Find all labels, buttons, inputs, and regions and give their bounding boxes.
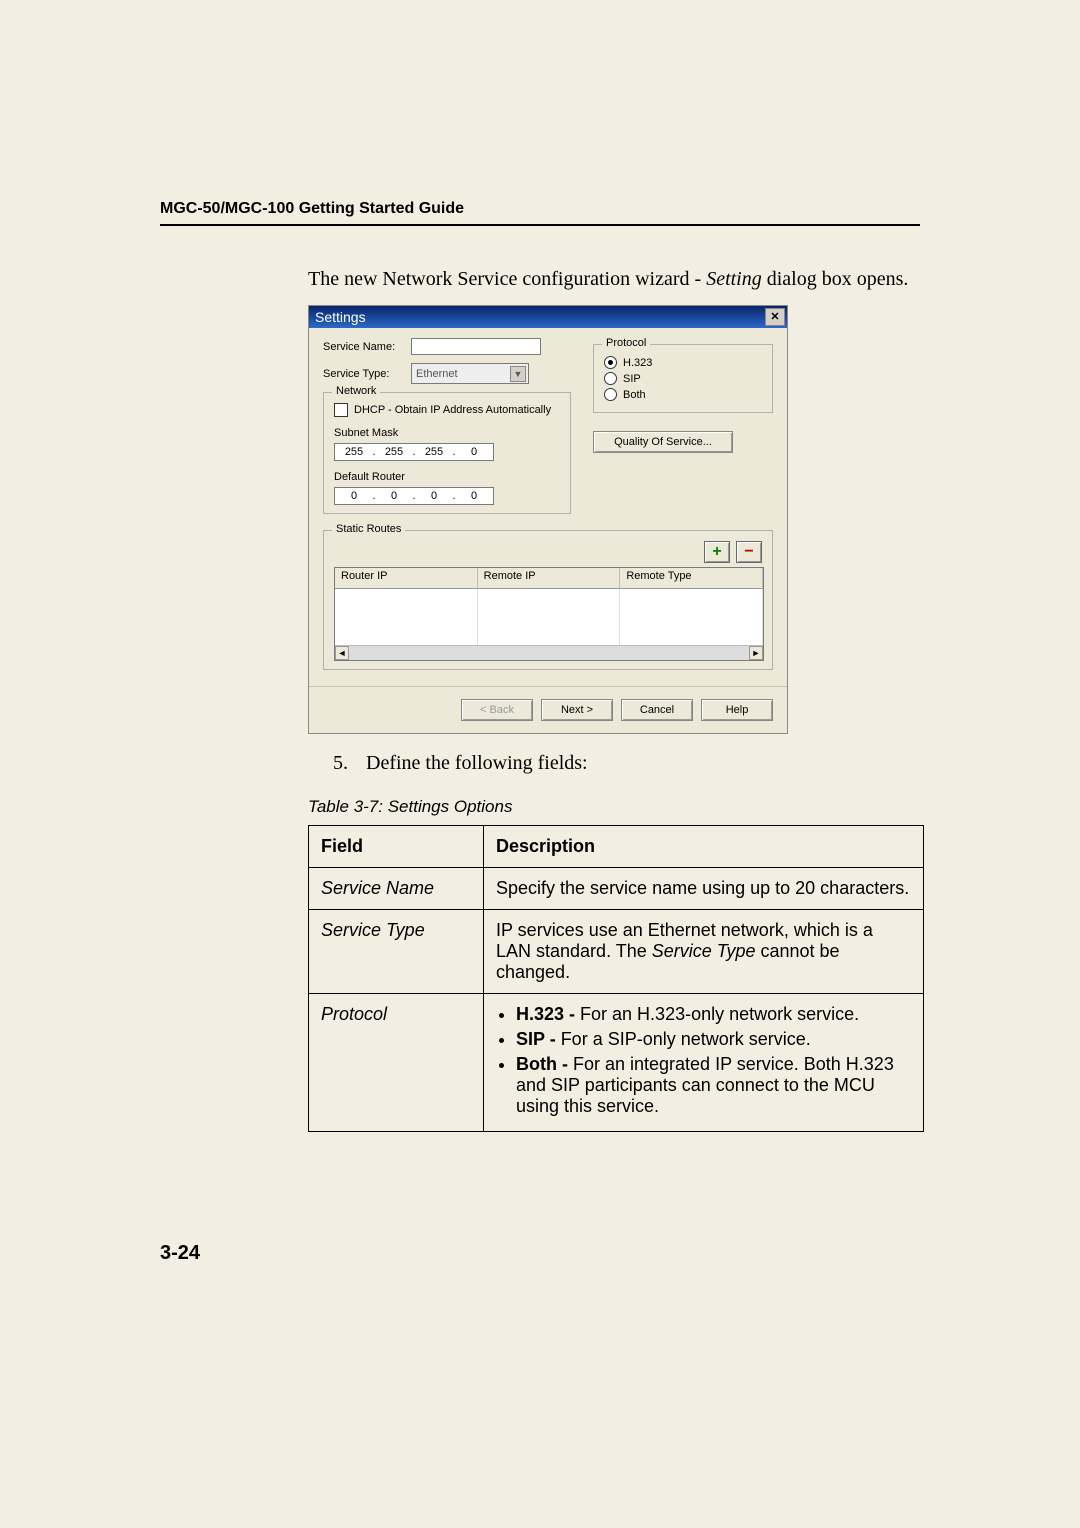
back-button[interactable]: < Back [461, 699, 533, 721]
radio-selected-icon[interactable] [604, 356, 617, 369]
ip-dot: . [451, 446, 457, 458]
service-type-select[interactable]: Ethernet ▼ [411, 363, 529, 384]
settings-options-table: Field Description Service Name Specify t… [308, 825, 924, 1132]
ip-dot: . [411, 446, 417, 458]
horizontal-scrollbar[interactable]: ◄ ► [335, 645, 763, 660]
protocol-both-label: Both [623, 389, 646, 401]
field-service-type: Service Type [309, 910, 484, 994]
dhcp-checkbox[interactable] [334, 403, 348, 417]
step-text: Define the following fields: [366, 752, 588, 775]
radio-icon[interactable] [604, 388, 617, 401]
wizard-button-row: < Back Next > Cancel Help [309, 686, 787, 733]
add-route-button[interactable]: + [704, 541, 730, 563]
protocol-legend: Protocol [602, 337, 650, 349]
service-name-input[interactable] [411, 338, 541, 355]
subnet-oct-3[interactable]: 255 [419, 446, 449, 458]
service-name-label: Service Name: [323, 341, 405, 353]
table-caption: Table 3-7: Settings Options [308, 797, 920, 817]
router-oct-2[interactable]: 0 [379, 490, 409, 502]
desc-service-name: Specify the service name using up to 20 … [484, 868, 924, 910]
router-oct-3[interactable]: 0 [419, 490, 449, 502]
page-number: 3-24 [160, 1242, 200, 1265]
protocol-sip-label: SIP [623, 373, 641, 385]
protocol-sip-item: SIP - For a SIP-only network service. [516, 1029, 911, 1050]
subnet-oct-1[interactable]: 255 [339, 446, 369, 458]
chevron-down-icon[interactable]: ▼ [510, 366, 526, 382]
subnet-oct-2[interactable]: 255 [379, 446, 409, 458]
protocol-both-rest: For an integrated IP service. Both H.323… [516, 1054, 894, 1116]
static-routes-group: Static Routes + − Router IP Remote IP Re… [323, 530, 773, 670]
protocol-h323-rest: For an H.323-only network service. [580, 1004, 859, 1024]
quality-of-service-button[interactable]: Quality Of Service... [593, 431, 733, 453]
service-type-label: Service Type: [323, 368, 405, 380]
static-routes-table[interactable]: Router IP Remote IP Remote Type ◄ ► [334, 567, 764, 661]
table-row: Service Type IP services use an Ethernet… [309, 910, 924, 994]
step-5: 5. Define the following fields: [308, 752, 920, 775]
desc-protocol: H.323 - For an H.323-only network servic… [484, 994, 924, 1132]
help-button[interactable]: Help [701, 699, 773, 721]
dhcp-checkbox-row[interactable]: DHCP - Obtain IP Address Automatically [334, 403, 560, 417]
dhcp-label: DHCP - Obtain IP Address Automatically [354, 404, 551, 416]
protocol-sip-bold: SIP - [516, 1029, 561, 1049]
radio-icon[interactable] [604, 372, 617, 385]
field-protocol: Protocol [309, 994, 484, 1132]
field-service-name: Service Name [309, 868, 484, 910]
ip-dot: . [451, 490, 457, 502]
service-type-value: Ethernet [416, 368, 458, 380]
intro-pre: The new Network Service configuration wi… [308, 268, 706, 290]
default-router-input[interactable]: 0. 0. 0. 0 [334, 487, 494, 505]
settings-title: Settings [315, 309, 366, 325]
protocol-sip-rest: For a SIP-only network service. [561, 1029, 811, 1049]
scroll-right-icon[interactable]: ► [749, 646, 763, 660]
protocol-h323-label: H.323 [623, 357, 652, 369]
ip-dot: . [371, 446, 377, 458]
table-row: Service Name Specify the service name us… [309, 868, 924, 910]
next-button[interactable]: Next > [541, 699, 613, 721]
table-cell[interactable] [620, 589, 763, 645]
router-oct-1[interactable]: 0 [339, 490, 369, 502]
subnet-oct-4[interactable]: 0 [459, 446, 489, 458]
protocol-radio-both[interactable]: Both [604, 388, 762, 401]
col-field: Field [309, 826, 484, 868]
intro-post: dialog box opens. [762, 268, 909, 290]
intro-paragraph: The new Network Service configuration wi… [308, 266, 920, 293]
intro-italic: Setting [706, 268, 762, 290]
running-header: MGC-50/MGC-100 Getting Started Guide [160, 200, 920, 226]
subnet-mask-label: Subnet Mask [334, 427, 560, 439]
table-cell[interactable] [335, 589, 478, 645]
routes-col-remote-ip[interactable]: Remote IP [478, 568, 621, 589]
protocol-both-bold: Both - [516, 1054, 573, 1074]
ip-dot: . [411, 490, 417, 502]
network-group: Network DHCP - Obtain IP Address Automat… [323, 392, 571, 514]
cancel-button[interactable]: Cancel [621, 699, 693, 721]
desc-service-type: IP services use an Ethernet network, whi… [484, 910, 924, 994]
step-number: 5. [308, 752, 366, 775]
close-icon[interactable]: ✕ [765, 308, 785, 326]
table-cell[interactable] [478, 589, 621, 645]
router-oct-4[interactable]: 0 [459, 490, 489, 502]
remove-route-button[interactable]: − [736, 541, 762, 563]
protocol-h323-item: H.323 - For an H.323-only network servic… [516, 1004, 911, 1025]
settings-titlebar[interactable]: Settings ✕ [309, 306, 787, 328]
table-row: Protocol H.323 - For an H.323-only netwo… [309, 994, 924, 1132]
scroll-left-icon[interactable]: ◄ [335, 646, 349, 660]
protocol-group: Protocol H.323 SIP Both [593, 344, 773, 413]
protocol-radio-sip[interactable]: SIP [604, 372, 762, 385]
routes-col-router-ip[interactable]: Router IP [335, 568, 478, 589]
static-routes-legend: Static Routes [332, 523, 405, 535]
desc-service-type-italic: Service Type [652, 941, 756, 961]
ip-dot: . [371, 490, 377, 502]
routes-col-remote-type[interactable]: Remote Type [620, 568, 763, 589]
settings-dialog: Settings ✕ Service Name: Service Type: E… [308, 305, 788, 734]
document-page: MGC-50/MGC-100 Getting Started Guide The… [160, 200, 920, 1132]
col-description: Description [484, 826, 924, 868]
subnet-mask-input[interactable]: 255. 255. 255. 0 [334, 443, 494, 461]
protocol-h323-bold: H.323 - [516, 1004, 580, 1024]
protocol-radio-h323[interactable]: H.323 [604, 356, 762, 369]
protocol-both-item: Both - For an integrated IP service. Bot… [516, 1054, 911, 1117]
default-router-label: Default Router [334, 471, 560, 483]
network-legend: Network [332, 385, 380, 397]
